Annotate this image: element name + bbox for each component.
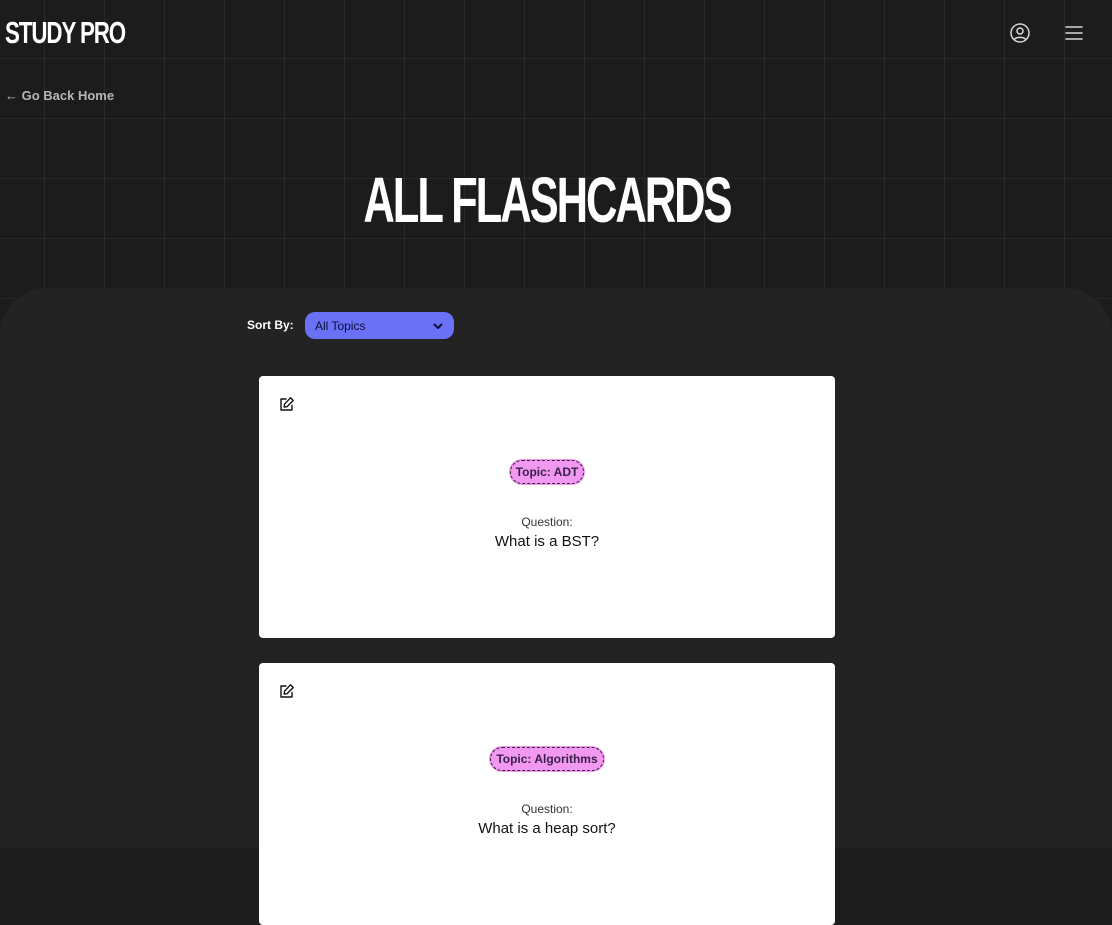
topic-badge: Topic: ADT — [509, 460, 585, 484]
page-title: ALL FLASHCARDS — [0, 162, 1094, 238]
flashcard[interactable]: Topic: ADT Question: What is a BST? — [259, 376, 835, 638]
topic-sort-select[interactable]: All Topics — [305, 312, 454, 339]
brand-logo[interactable]: STUDY PRO — [5, 16, 126, 50]
hamburger-menu-icon[interactable] — [1061, 20, 1087, 46]
question-label: Question: — [521, 515, 573, 529]
sort-by-label: Sort By: — [247, 318, 294, 332]
chevron-down-icon — [433, 323, 443, 329]
user-circle-icon[interactable] — [1007, 20, 1033, 46]
question-text: What is a BST? — [494, 533, 600, 550]
edit-icon[interactable] — [279, 396, 295, 412]
question-text: What is a heap sort? — [478, 820, 616, 837]
topic-badge: Topic: Algorithms — [490, 747, 604, 771]
go-back-home-link[interactable]: ← Go Back Home — [5, 88, 114, 103]
edit-icon[interactable] — [279, 683, 295, 699]
topic-sort-selected-value: All Topics — [315, 318, 366, 333]
page-title-text: ALL FLASHCARDS — [363, 164, 732, 236]
question-label: Question: — [521, 802, 573, 816]
flashcard[interactable]: Topic: Algorithms Question: What is a he… — [259, 663, 835, 925]
